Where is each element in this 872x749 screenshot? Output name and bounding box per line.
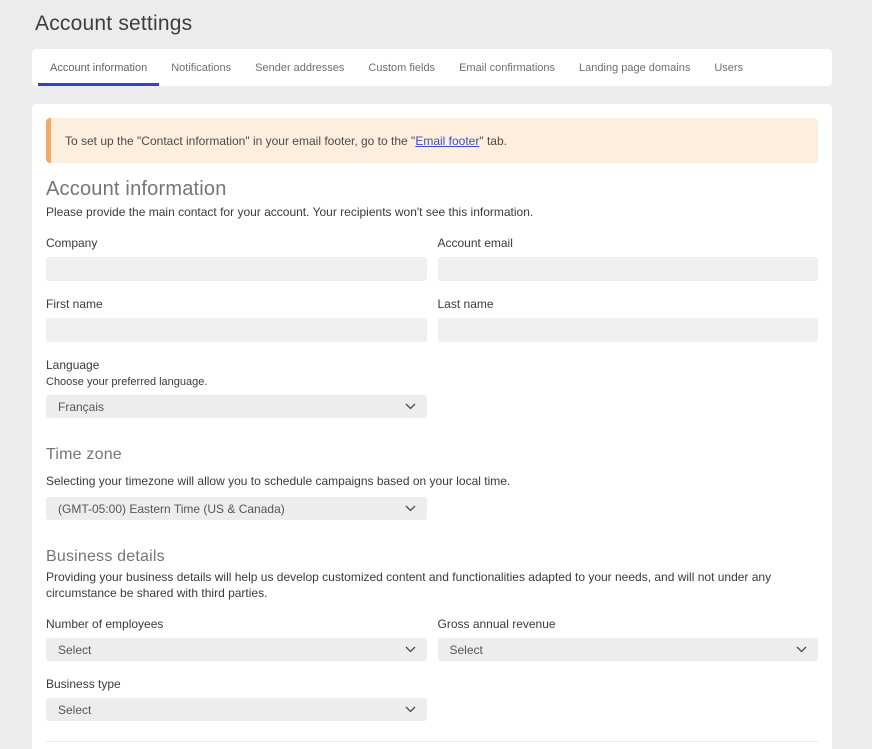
revenue-label: Gross annual revenue <box>438 617 819 631</box>
first-name-input[interactable] <box>46 318 427 342</box>
chevron-down-icon <box>796 646 807 653</box>
time-zone-select[interactable]: (GMT-05:00) Eastern Time (US & Canada) <box>46 497 427 520</box>
time-zone-select-value: (GMT-05:00) Eastern Time (US & Canada) <box>58 502 285 516</box>
account-email-field: Account email <box>438 220 819 281</box>
employees-label: Number of employees <box>46 617 427 631</box>
language-hint: Choose your preferred language. <box>46 376 427 388</box>
time-zone-heading: Time zone <box>46 446 818 464</box>
revenue-field: Gross annual revenue Select <box>438 601 819 661</box>
company-field: Company <box>46 220 427 281</box>
email-footer-link[interactable]: Email footer <box>415 134 479 148</box>
employees-field: Number of employees Select <box>46 601 427 661</box>
last-name-label: Last name <box>438 297 819 311</box>
language-label: Language <box>46 358 427 372</box>
company-input[interactable] <box>46 257 427 281</box>
alert-text-before: To set up the "Contact information" in y… <box>65 134 415 148</box>
chevron-down-icon <box>405 706 416 713</box>
card-footer: Save <box>46 742 818 749</box>
language-select[interactable]: Français <box>46 395 427 418</box>
tab-landing-page-domains[interactable]: Landing page domains <box>567 49 702 86</box>
language-select-value: Français <box>58 400 104 414</box>
alert-text: To set up the "Contact information" in y… <box>51 118 521 163</box>
tab-email-confirmations[interactable]: Email confirmations <box>447 49 567 86</box>
tab-bar: Account information Notifications Sender… <box>32 49 832 86</box>
first-name-label: First name <box>46 297 427 311</box>
account-email-input[interactable] <box>438 257 819 281</box>
employees-select-value: Select <box>58 643 91 657</box>
last-name-field: Last name <box>438 281 819 342</box>
account-information-description: Please provide the main contact for your… <box>46 204 818 220</box>
language-field: Language Choose your preferred language.… <box>46 358 427 418</box>
chevron-down-icon <box>405 505 416 512</box>
tab-users[interactable]: Users <box>702 49 755 86</box>
time-zone-hint: Selecting your timezone will allow you t… <box>46 473 818 489</box>
business-details-description: Providing your business details will hel… <box>46 569 818 601</box>
company-label: Company <box>46 236 427 250</box>
tab-sender-addresses[interactable]: Sender addresses <box>243 49 356 86</box>
business-type-select[interactable]: Select <box>46 698 427 721</box>
page-title: Account settings <box>32 0 832 49</box>
business-details-heading: Business details <box>46 548 818 566</box>
settings-card: To set up the "Contact information" in y… <box>32 104 832 749</box>
email-footer-alert: To set up the "Contact information" in y… <box>46 118 818 163</box>
first-name-field: First name <box>46 281 427 342</box>
tab-account-information[interactable]: Account information <box>38 49 159 86</box>
revenue-select[interactable]: Select <box>438 638 819 661</box>
tab-custom-fields[interactable]: Custom fields <box>356 49 447 86</box>
alert-text-after: " tab. <box>479 134 507 148</box>
business-fields-grid: Number of employees Select Gross annual … <box>46 601 818 661</box>
account-information-heading: Account information <box>46 178 818 201</box>
account-email-label: Account email <box>438 236 819 250</box>
tab-notifications[interactable]: Notifications <box>159 49 243 86</box>
business-type-select-value: Select <box>58 703 91 717</box>
employees-select[interactable]: Select <box>46 638 427 661</box>
business-type-field: Business type Select <box>46 677 427 721</box>
chevron-down-icon <box>405 646 416 653</box>
business-type-label: Business type <box>46 677 427 691</box>
revenue-select-value: Select <box>450 643 483 657</box>
chevron-down-icon <box>405 403 416 410</box>
last-name-input[interactable] <box>438 318 819 342</box>
account-fields-grid: Company Account email First name Last na… <box>46 220 818 342</box>
account-settings-page: Account settings Account information Not… <box>0 0 872 749</box>
